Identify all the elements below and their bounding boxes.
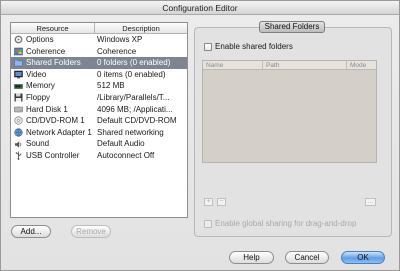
- table-row[interactable]: Options Windows XP: [11, 34, 187, 46]
- table-row[interactable]: Video 0 items (0 enabled): [11, 69, 187, 81]
- resource-cell: Options: [11, 34, 95, 46]
- resource-description: Shared networking: [97, 127, 164, 137]
- resource-description: 512 MB: [97, 81, 125, 91]
- table-row[interactable]: Sound Default Audio: [11, 138, 187, 150]
- resource-name: Video: [26, 69, 47, 79]
- window-title: Configuration Editor: [1, 1, 399, 15]
- coherence-icon: [14, 47, 23, 56]
- resource-description: Coherence: [97, 46, 137, 56]
- resource-cell: Sound: [11, 138, 95, 150]
- hard-disk-icon: [14, 105, 23, 114]
- resource-description: 0 items (0 enabled): [97, 69, 166, 79]
- resource-cell: Coherence: [11, 46, 95, 58]
- add-folder-button[interactable]: +: [204, 198, 213, 206]
- table-row[interactable]: Shared Folders 0 folders (0 enabled): [11, 57, 187, 69]
- resource-table: Resource Description Options Windows XP Co…: [10, 22, 188, 218]
- enable-shared-folders-label: Enable shared folders: [215, 42, 293, 51]
- floppy-icon: [14, 93, 23, 102]
- resource-name: CD/DVD-ROM 1: [26, 116, 85, 126]
- table-row[interactable]: CD/DVD-ROM 1 Default CD/DVD-ROM: [11, 115, 187, 127]
- table-row[interactable]: USB Controller Autoconnect Off: [11, 150, 187, 162]
- resource-name: Network Adapter 1: [26, 127, 92, 137]
- remove-folder-button[interactable]: −: [217, 198, 226, 206]
- shared-folder-icon: [14, 58, 23, 67]
- resource-cell: Shared Folders: [11, 57, 95, 69]
- cd-dvd-icon: [14, 116, 23, 126]
- ok-button[interactable]: OK: [341, 251, 385, 264]
- table-row[interactable]: Memory 512 MB: [11, 80, 187, 92]
- enable-global-sharing-label: Enable global sharing for drag-and-drop: [215, 219, 357, 228]
- help-button[interactable]: Help: [229, 251, 274, 264]
- description-column-header[interactable]: Description: [95, 23, 187, 33]
- path-column-header[interactable]: Path: [263, 61, 347, 69]
- resource-cell: Hard Disk 1: [11, 104, 95, 116]
- table-row[interactable]: Coherence Coherence: [11, 46, 187, 58]
- memory-icon: [14, 82, 23, 91]
- resource-description: Default CD/DVD-ROM: [97, 116, 177, 126]
- more-options-button[interactable]: ...: [365, 198, 376, 206]
- table-row[interactable]: Hard Disk 1 4096 MB; /Applicati...: [11, 104, 187, 116]
- network-adapter-icon: [14, 128, 23, 137]
- configuration-editor-window: Configuration Editor Resource Descriptio…: [0, 0, 400, 271]
- enable-global-sharing-checkbox[interactable]: [204, 220, 212, 228]
- resource-description: 4096 MB; /Applicati...: [97, 104, 173, 114]
- resource-description: Default Audio: [97, 139, 145, 149]
- resource-description: Autoconnect Off: [97, 150, 155, 160]
- cancel-button[interactable]: Cancel: [285, 251, 329, 264]
- shared-folders-table: Name Path Mode: [202, 60, 377, 163]
- resource-name: Hard Disk 1: [26, 104, 68, 114]
- resource-cell: Network Adapter 1: [11, 127, 95, 139]
- resource-description: 0 folders (0 enabled): [97, 58, 171, 68]
- resource-name: Sound: [26, 139, 50, 149]
- resource-name: Options: [26, 35, 54, 44]
- resource-cell: CD/DVD-ROM 1: [11, 115, 95, 127]
- sound-icon: [14, 140, 23, 149]
- resource-description: Windows XP: [97, 35, 143, 44]
- table-row[interactable]: Network Adapter 1 Shared networking: [11, 127, 187, 139]
- options-icon: [14, 35, 23, 44]
- resource-name: Floppy: [26, 92, 51, 102]
- usb-icon: [14, 151, 23, 161]
- resource-cell: USB Controller: [11, 150, 95, 162]
- resource-description: /Library/Parallels/T...: [97, 92, 170, 102]
- table-row[interactable]: Floppy/Library/Parallels/T...: [11, 92, 187, 104]
- resource-name: Shared Folders: [26, 58, 81, 68]
- resource-cell: Memory: [11, 80, 95, 92]
- shared-folders-table-header: Name Path Mode: [203, 61, 376, 70]
- add-button[interactable]: Add...: [11, 225, 51, 238]
- resource-column-header[interactable]: Resource: [11, 23, 95, 33]
- remove-button[interactable]: Remove: [71, 225, 111, 238]
- tab-shared-folders[interactable]: Shared Folders: [259, 21, 325, 33]
- resource-name: USB Controller: [26, 150, 80, 160]
- video-icon: [14, 70, 23, 79]
- mode-column-header[interactable]: Mode: [347, 61, 376, 69]
- resource-name: Coherence: [26, 46, 66, 56]
- name-column-header[interactable]: Name: [203, 61, 263, 69]
- resource-cell: Floppy: [11, 92, 95, 104]
- resource-rows: Options Windows XP Coherence Coherence Share…: [11, 34, 187, 162]
- resource-cell: Video: [11, 69, 95, 81]
- resource-table-header: Resource Description: [11, 23, 187, 34]
- resource-name: Memory: [26, 81, 55, 91]
- enable-shared-folders-checkbox[interactable]: [204, 43, 212, 51]
